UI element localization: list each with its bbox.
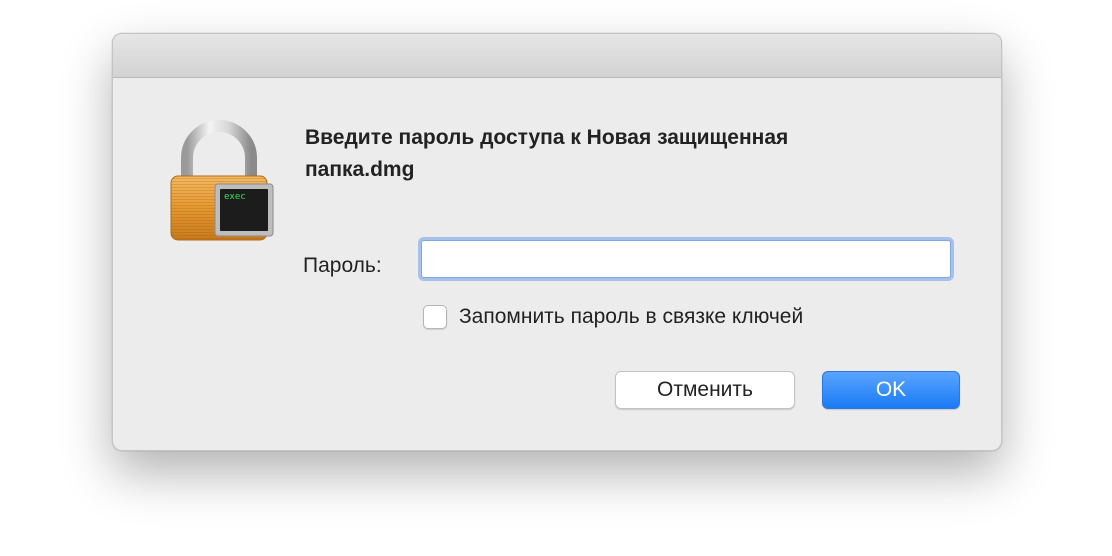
password-input[interactable] (421, 240, 951, 278)
password-dialog: exec Введите пароль доступа к Новая защи… (112, 33, 1002, 451)
title-bar[interactable] (113, 34, 1001, 78)
remember-label[interactable]: Запомнить пароль в связке ключей (459, 305, 803, 329)
ok-button[interactable]: OK (822, 371, 960, 409)
remember-row[interactable]: Запомнить пароль в связке ключей (423, 302, 803, 332)
remember-checkbox[interactable] (423, 305, 447, 329)
lock-exec-icon: exec (170, 120, 274, 241)
password-label: Пароль: (303, 254, 382, 277)
icon-badge-text: exec (224, 192, 246, 202)
cancel-button[interactable]: Отменить (615, 371, 795, 409)
dialog-title: Введите пароль доступа к Новая защищенна… (305, 126, 789, 181)
